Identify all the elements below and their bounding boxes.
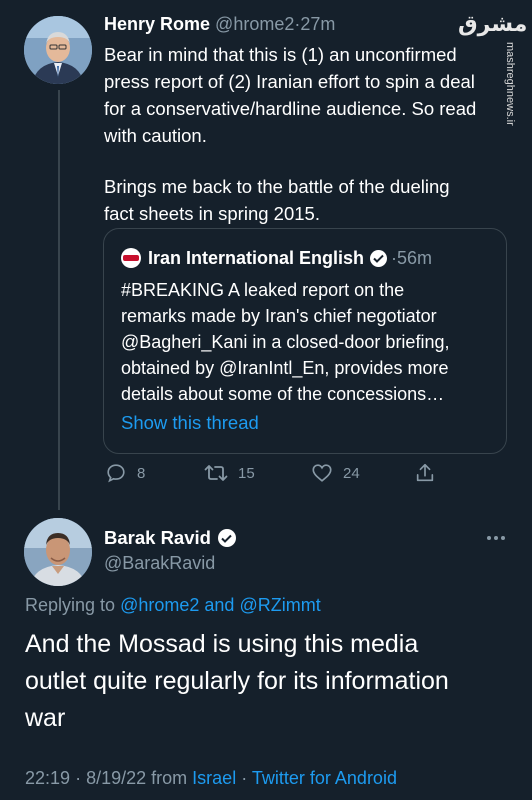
reply-button[interactable]: 8 [105,462,145,484]
tweet-date[interactable]: 8/19/22 [86,768,146,788]
replying-user-link[interactable]: @hrome2 [120,595,199,615]
more-icon[interactable] [484,530,508,540]
retweet-button[interactable]: 15 [204,462,255,484]
tweet-header: Henry Rome @hrome2·27m [104,13,335,35]
client-link[interactable]: Twitter for Android [252,768,397,788]
quoted-tweet-timestamp: 56m [397,247,433,268]
separator-dot: · [241,768,248,788]
from-label: from [151,768,188,788]
thread-connector-line [58,90,60,510]
reply-count: 8 [137,464,146,482]
replying-user-link[interactable]: @RZimmt [239,595,320,615]
author-name[interactable]: Barak Ravid [104,527,211,549]
author-name[interactable]: Henry Rome [104,14,210,34]
watermark-logo: مشرق [458,12,528,37]
tweet-paragraph-1: Bear in mind that this is (1) an unconfi… [104,44,477,146]
like-count: 24 [343,464,360,482]
heart-icon [312,464,332,482]
verified-badge-icon [217,529,236,547]
tweet-text: Bear in mind that this is (1) an unconfi… [104,41,499,227]
show-thread-link[interactable]: Show this thread [121,412,259,434]
reply-icon [107,464,125,483]
tweet-time[interactable]: 22:19 [25,768,70,788]
replying-prefix: Replying to [25,595,116,615]
tweet-paragraph-2: Brings me back to the battle of the duel… [104,176,450,224]
tweet-text: And the Mossad is using this media outle… [25,630,449,732]
share-icon [416,463,434,482]
quoted-author-avatar [121,248,141,268]
quoted-tweet-text: #BREAKING A leaked report on the remarks… [121,280,450,404]
author-handle[interactable]: @hrome2 [215,14,294,34]
watermark: مشرق mashreghnews.ir [456,12,528,132]
author-handle[interactable]: @BarakRavid [104,553,215,574]
avatar[interactable] [24,518,92,586]
tweet-timestamp[interactable]: 27m [300,14,335,34]
replying-to: Replying to @hrome2 and @RZimmt [25,595,321,616]
location-link[interactable]: Israel [192,768,236,788]
retweet-count: 15 [238,464,255,482]
quoted-author-name: Iran International English [148,247,365,268]
quoted-tweet[interactable]: Iran International English · 56m #BREAKIN… [103,228,507,454]
author-name-row: Barak Ravid [104,527,240,549]
avatar[interactable] [24,16,92,84]
separator-dot: · [75,768,82,788]
like-button[interactable]: 24 [311,462,360,484]
share-button[interactable] [414,462,436,484]
tweet-thread: Henry Rome @hrome2·27m Bear in mind that… [0,0,532,800]
retweet-icon [204,465,228,481]
verified-badge-icon [370,249,388,267]
watermark-site: mashreghnews.ir [504,42,516,126]
replying-and[interactable]: and [204,595,234,615]
tweet-metadata: 22:19 · 8/19/22 from Israel · Twitter fo… [25,768,397,789]
quoted-tweet-header: Iran International English · 56m [121,247,432,269]
